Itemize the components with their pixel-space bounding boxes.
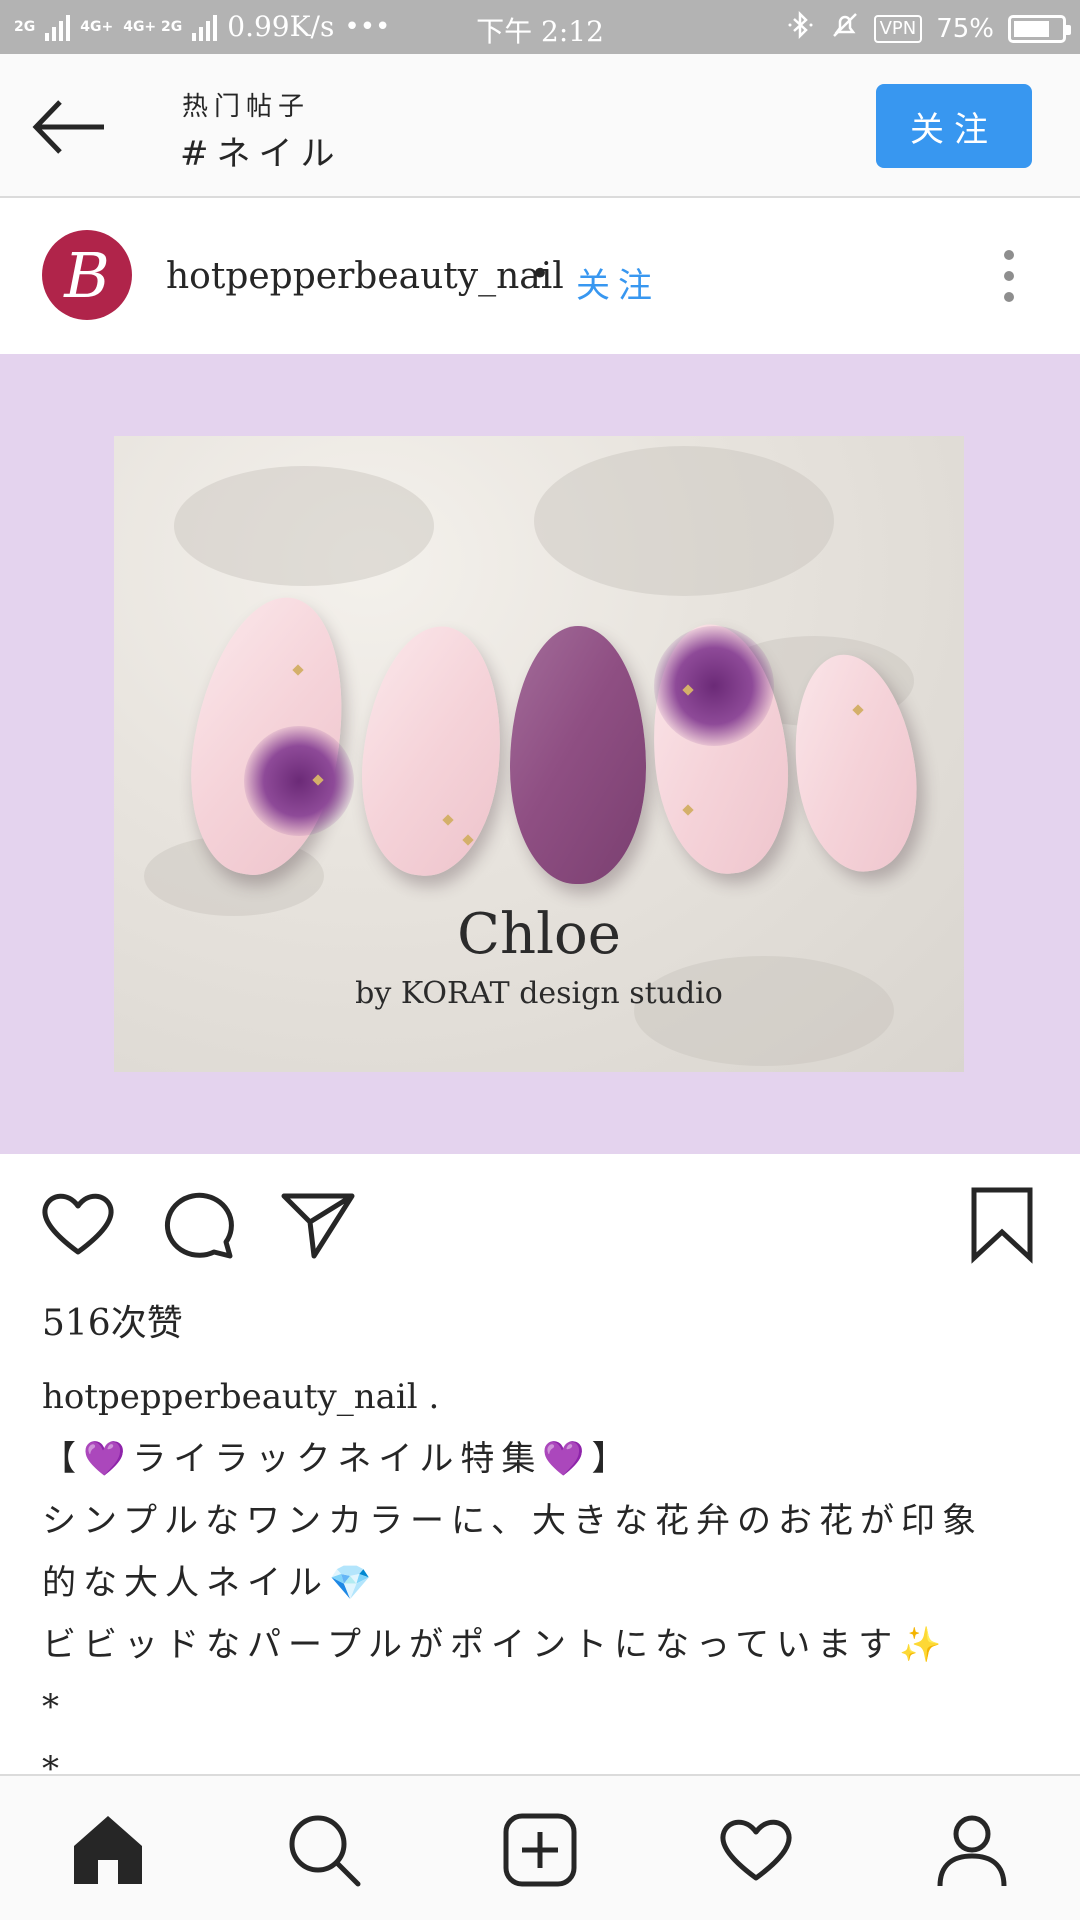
post-username[interactable]: hotpepperbeauty_nail <box>166 256 564 297</box>
battery-fill <box>1014 20 1049 37</box>
header-subtitle: 热门帖子 <box>182 92 311 122</box>
caption-line: * <box>42 1687 66 1727</box>
nav-activity[interactable] <box>716 1810 796 1890</box>
status-bar: 2G 4G+ 4G+ 2G 0.99K/s ••• 下午 2:12 VPN 75… <box>0 0 1080 54</box>
add-post-icon <box>503 1813 577 1887</box>
nail-2 <box>351 619 513 883</box>
caption-username[interactable]: hotpepperbeauty_nail . <box>42 1366 1042 1428</box>
follow-hashtag-button[interactable]: 关注 <box>876 84 1032 168</box>
follow-user-link[interactable]: 关注 <box>576 258 660 307</box>
nav-add-post[interactable] <box>500 1810 580 1890</box>
share-button[interactable] <box>278 1184 358 1264</box>
like-button[interactable] <box>38 1184 118 1264</box>
save-button[interactable] <box>962 1184 1042 1264</box>
post-caption: hotpepperbeauty_nail . 【💜ライラックネイル特集💜】 シン… <box>42 1366 1042 1800</box>
comment-icon <box>164 1192 234 1259</box>
top-app-bar: 热门帖子 #ネイル 关注 <box>0 54 1080 198</box>
post-actions <box>0 1154 1080 1284</box>
heart-icon <box>42 1193 114 1255</box>
like-count[interactable]: 516次赞 <box>42 1294 183 1346</box>
search-icon <box>289 1815 361 1887</box>
nav-search[interactable] <box>284 1810 364 1890</box>
arrow-left-icon <box>32 100 104 154</box>
status-right: VPN 75% <box>786 10 1071 47</box>
nail-photo: Chloe by KORAT design studio <box>114 436 964 1072</box>
nail-3 <box>510 626 646 884</box>
back-button[interactable] <box>28 92 108 162</box>
mute-bell-icon <box>830 10 860 47</box>
hashtag-title: #ネイル <box>180 134 343 174</box>
battery-icon <box>1008 14 1071 43</box>
bluetooth-icon <box>786 10 816 47</box>
separator-dot: • <box>530 254 551 294</box>
vpn-badge: VPN <box>873 14 923 43</box>
photo-title: Chloe <box>457 902 621 967</box>
comment-button[interactable] <box>158 1184 238 1264</box>
nav-profile[interactable] <box>932 1810 1012 1890</box>
more-options-icon[interactable] <box>996 250 1022 302</box>
send-icon <box>281 1193 355 1259</box>
nav-home[interactable] <box>68 1810 148 1890</box>
bookmark-icon <box>971 1187 1033 1264</box>
photo-subtitle: by KORAT design studio <box>355 976 723 1011</box>
caption-line: 的な大人ネイル💎 <box>42 1563 379 1603</box>
activity-heart-icon <box>720 1819 792 1881</box>
home-icon <box>74 1816 142 1884</box>
avatar-letter: B <box>64 238 110 312</box>
battery-percent: 75% <box>936 13 994 44</box>
profile-icon <box>937 1815 1007 1887</box>
post-image[interactable]: Chloe by KORAT design studio <box>0 354 1080 1154</box>
avatar[interactable]: B <box>42 230 132 320</box>
caption-line: シンプルなワンカラーに、大きな花弁のお花が印象 <box>42 1501 983 1541</box>
flower-1 <box>244 726 354 836</box>
caption-line: ビビッドなパープルがポイントになっています✨ <box>42 1625 949 1665</box>
bottom-navigation <box>0 1774 1080 1920</box>
post-header: B hotpepperbeauty_nail • 关注 <box>0 198 1080 354</box>
flower-2 <box>654 626 774 746</box>
caption-line: 【💜ライラックネイル特集💜】 <box>42 1439 633 1479</box>
